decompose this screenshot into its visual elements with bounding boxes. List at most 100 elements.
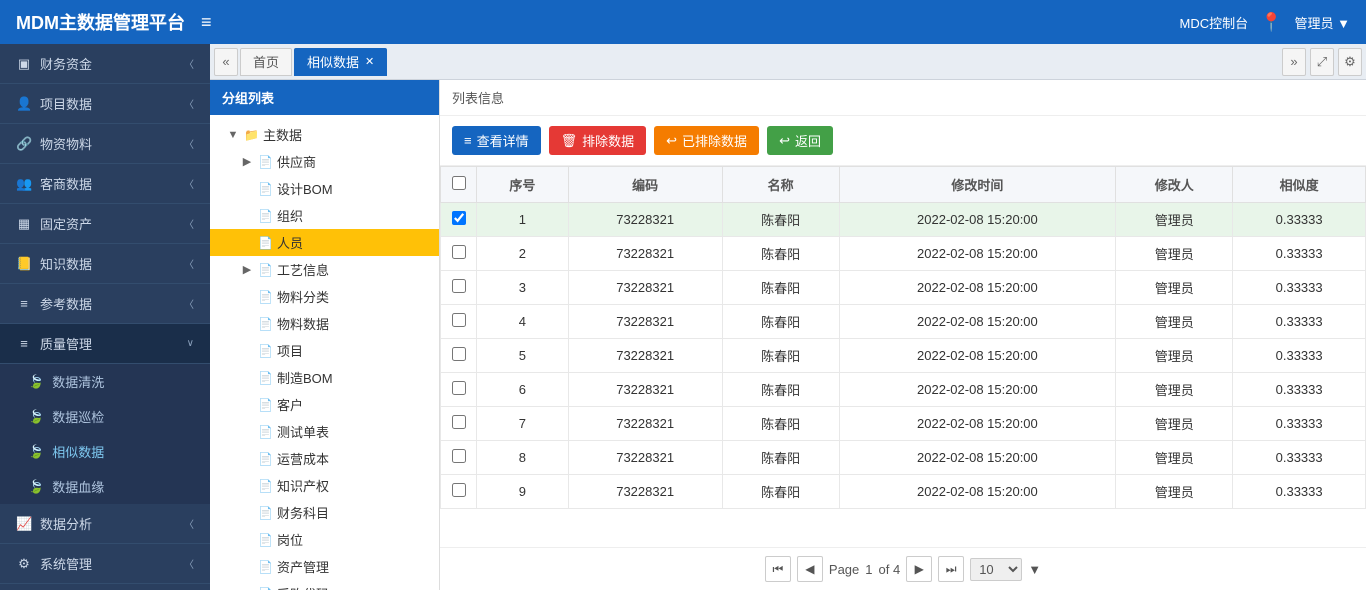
mdc-console-label: MDC控制台 bbox=[1179, 13, 1248, 32]
tree-node-test-form[interactable]: 📄 测试单表 bbox=[210, 418, 439, 445]
row-checkbox[interactable] bbox=[452, 381, 466, 395]
tree-doc-icon-mfg-bom: 📄 bbox=[258, 371, 273, 385]
sidebar-item-customer[interactable]: 👥 客商数据 〈 bbox=[0, 164, 210, 204]
row-name: 陈春阳 bbox=[722, 475, 839, 509]
table-body: 173228321陈春阳2022-02-08 15:20:00管理员0.3333… bbox=[441, 203, 1366, 509]
row-checkbox[interactable] bbox=[452, 245, 466, 259]
user-menu[interactable]: 管理员 ▼ bbox=[1295, 13, 1350, 32]
btn-return[interactable]: ↩ 返回 bbox=[767, 126, 833, 155]
tree-node-master[interactable]: ▼ 📁 主数据 bbox=[210, 121, 439, 148]
tree-node-finance-subject[interactable]: 📄 财务科目 bbox=[210, 499, 439, 526]
material-icon: 🔗 bbox=[16, 136, 32, 152]
tree-node-customer[interactable]: 📄 客户 bbox=[210, 391, 439, 418]
btn-return-label: 返回 bbox=[795, 131, 821, 150]
sidebar-item-system[interactable]: ⚙ 系统管理 〈 bbox=[0, 544, 210, 584]
col-time: 修改时间 bbox=[839, 167, 1116, 203]
row-checkbox[interactable] bbox=[452, 347, 466, 361]
table-row[interactable]: 873228321陈春阳2022-02-08 15:20:00管理员0.3333… bbox=[441, 441, 1366, 475]
tree-space-9 bbox=[240, 426, 254, 438]
tab-home[interactable]: 首页 bbox=[240, 48, 292, 76]
row-modifier: 管理员 bbox=[1116, 203, 1233, 237]
tab-similar-close[interactable]: ✕ bbox=[365, 55, 374, 68]
row-checkbox[interactable] bbox=[452, 415, 466, 429]
tree-node-ip[interactable]: 📄 知识产权 bbox=[210, 472, 439, 499]
btn-view-detail[interactable]: ≡ 查看详情 bbox=[452, 126, 541, 155]
sidebar-item-finance[interactable]: ▣ 财务资金 〈 bbox=[0, 44, 210, 84]
sidebar-item-knowledge[interactable]: 📒 知识数据 〈 bbox=[0, 244, 210, 284]
tab-nav-next[interactable]: » bbox=[1282, 48, 1306, 76]
tree-space-1 bbox=[240, 183, 254, 195]
page-prev-btn[interactable]: ◀ bbox=[797, 556, 823, 582]
row-similarity: 0.33333 bbox=[1233, 271, 1366, 305]
tree-content: ▼ 📁 主数据 ▶ 📄 供应商 📄 bbox=[210, 115, 439, 590]
tree-node-design-bom[interactable]: 📄 设计BOM bbox=[210, 175, 439, 202]
sidebar-customer-label: 客商数据 bbox=[40, 174, 92, 193]
tree-node-project[interactable]: 📄 项目 bbox=[210, 337, 439, 364]
table-row[interactable]: 673228321陈春阳2022-02-08 15:20:00管理员0.3333… bbox=[441, 373, 1366, 407]
row-checkbox[interactable] bbox=[452, 449, 466, 463]
tree-node-craft-label: 工艺信息 bbox=[277, 260, 329, 279]
list-panel: 列表信息 ≡ 查看详情 🗑 排除数据 ↩ 已排除数据 bbox=[440, 80, 1366, 590]
tree-node-person[interactable]: 📄 人员 bbox=[210, 229, 439, 256]
mdc-console-link[interactable]: MDC控制台 bbox=[1179, 13, 1248, 32]
row-num: 9 bbox=[477, 475, 569, 509]
tree-node-mfg-bom[interactable]: 📄 制造BOM bbox=[210, 364, 439, 391]
tree-space-10 bbox=[240, 453, 254, 465]
tree-node-craft[interactable]: ▶ 📄 工艺信息 bbox=[210, 256, 439, 283]
tab-similar-label: 相似数据 bbox=[307, 52, 359, 71]
select-all-checkbox[interactable] bbox=[452, 176, 466, 190]
btn-already-excluded[interactable]: ↩ 已排除数据 bbox=[654, 126, 759, 155]
btn-exclude[interactable]: 🗑 排除数据 bbox=[549, 126, 647, 155]
col-name: 名称 bbox=[722, 167, 839, 203]
page-last-btn[interactable]: ⏭ bbox=[938, 556, 964, 582]
sidebar-analysis-label: 数据分析 bbox=[40, 514, 92, 533]
tree-toggle-supplier[interactable]: ▶ bbox=[240, 155, 254, 168]
data-clean-icon: 🍃 bbox=[28, 374, 44, 390]
table-row[interactable]: 473228321陈春阳2022-02-08 15:20:00管理员0.3333… bbox=[441, 305, 1366, 339]
sidebar-item-material[interactable]: 🔗 物资物料 〈 bbox=[0, 124, 210, 164]
sidebar-item-data-patrol[interactable]: 🍃 数据巡检 bbox=[0, 399, 210, 434]
tree-node-asset-mgmt[interactable]: 📄 资产管理 bbox=[210, 553, 439, 580]
tab-similar[interactable]: 相似数据 ✕ bbox=[294, 48, 387, 76]
tree-node-org[interactable]: 📄 组织 bbox=[210, 202, 439, 229]
sidebar-item-analysis[interactable]: 📈 数据分析 〈 bbox=[0, 504, 210, 544]
tree-node-position[interactable]: 📄 岗位 bbox=[210, 526, 439, 553]
row-checkbox[interactable] bbox=[452, 483, 466, 497]
tree-node-purchase-code[interactable]: 📄 采购代码 bbox=[210, 580, 439, 590]
row-checkbox[interactable] bbox=[452, 313, 466, 327]
table-row[interactable]: 373228321陈春阳2022-02-08 15:20:00管理员0.3333… bbox=[441, 271, 1366, 305]
table-row[interactable]: 273228321陈春阳2022-02-08 15:20:00管理员0.3333… bbox=[441, 237, 1366, 271]
tree-node-material-data[interactable]: 📄 物料数据 bbox=[210, 310, 439, 337]
sidebar-item-data-clean[interactable]: 🍃 数据清洗 bbox=[0, 364, 210, 399]
per-page-select[interactable]: 10 20 50 100 bbox=[970, 558, 1022, 581]
sidebar-item-project[interactable]: 👤 项目数据 〈 bbox=[0, 84, 210, 124]
sidebar-item-reference[interactable]: ≡ 参考数据 〈 bbox=[0, 284, 210, 324]
app-title: MDM主数据管理平台 bbox=[16, 9, 185, 35]
tree-node-operations-cost[interactable]: 📄 运营成本 bbox=[210, 445, 439, 472]
tree-toggle-master[interactable]: ▼ bbox=[226, 129, 240, 141]
menu-toggle-icon[interactable]: ≡ bbox=[201, 12, 212, 33]
tab-nav-prev[interactable]: « bbox=[214, 48, 238, 76]
sidebar-item-quality[interactable]: ≡ 质量管理 ∨ bbox=[0, 324, 210, 364]
tab-expand-btn[interactable]: ⤢ bbox=[1310, 48, 1334, 76]
table-row[interactable]: 573228321陈春阳2022-02-08 15:20:00管理员0.3333… bbox=[441, 339, 1366, 373]
table-row[interactable]: 973228321陈春阳2022-02-08 15:20:00管理员0.3333… bbox=[441, 475, 1366, 509]
row-checkbox[interactable] bbox=[452, 211, 466, 225]
row-name: 陈春阳 bbox=[722, 203, 839, 237]
tree-node-supplier[interactable]: ▶ 📄 供应商 bbox=[210, 148, 439, 175]
tree-node-material-class[interactable]: 📄 物料分类 bbox=[210, 283, 439, 310]
page-next-btn[interactable]: ▶ bbox=[906, 556, 932, 582]
table-header-row: 序号 编码 名称 修改时间 修改人 相似度 bbox=[441, 167, 1366, 203]
sidebar-item-similar-data[interactable]: 🍃 相似数据 bbox=[0, 434, 210, 469]
tree-toggle-craft[interactable]: ▶ bbox=[240, 263, 254, 276]
sidebar-item-data-lineage[interactable]: 🍃 数据血缘 bbox=[0, 469, 210, 504]
tab-settings-btn[interactable]: ⚙ bbox=[1338, 48, 1362, 76]
row-name: 陈春阳 bbox=[722, 373, 839, 407]
sidebar-item-asset[interactable]: ▦ 固定资产 〈 bbox=[0, 204, 210, 244]
table-row[interactable]: 773228321陈春阳2022-02-08 15:20:00管理员0.3333… bbox=[441, 407, 1366, 441]
row-checkbox[interactable] bbox=[452, 279, 466, 293]
page-first-btn[interactable]: ⏮ bbox=[765, 556, 791, 582]
table-row[interactable]: 173228321陈春阳2022-02-08 15:20:00管理员0.3333… bbox=[441, 203, 1366, 237]
tree-node-purchase-code-label: 采购代码 bbox=[277, 584, 329, 590]
row-similarity: 0.33333 bbox=[1233, 237, 1366, 271]
